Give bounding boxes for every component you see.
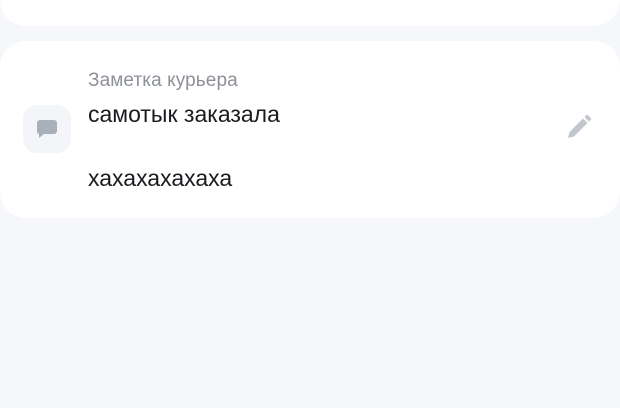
note-text-line-2: хахахахахаха xyxy=(88,165,233,191)
pencil-icon xyxy=(564,114,592,147)
note-icon-container xyxy=(23,105,71,153)
note-text-line-1: самотык заказала xyxy=(88,101,280,127)
note-label: Заметка курьера xyxy=(88,70,238,91)
edit-note-button[interactable] xyxy=(562,114,594,146)
previous-card xyxy=(0,0,620,26)
chat-bubble-icon xyxy=(35,118,59,140)
